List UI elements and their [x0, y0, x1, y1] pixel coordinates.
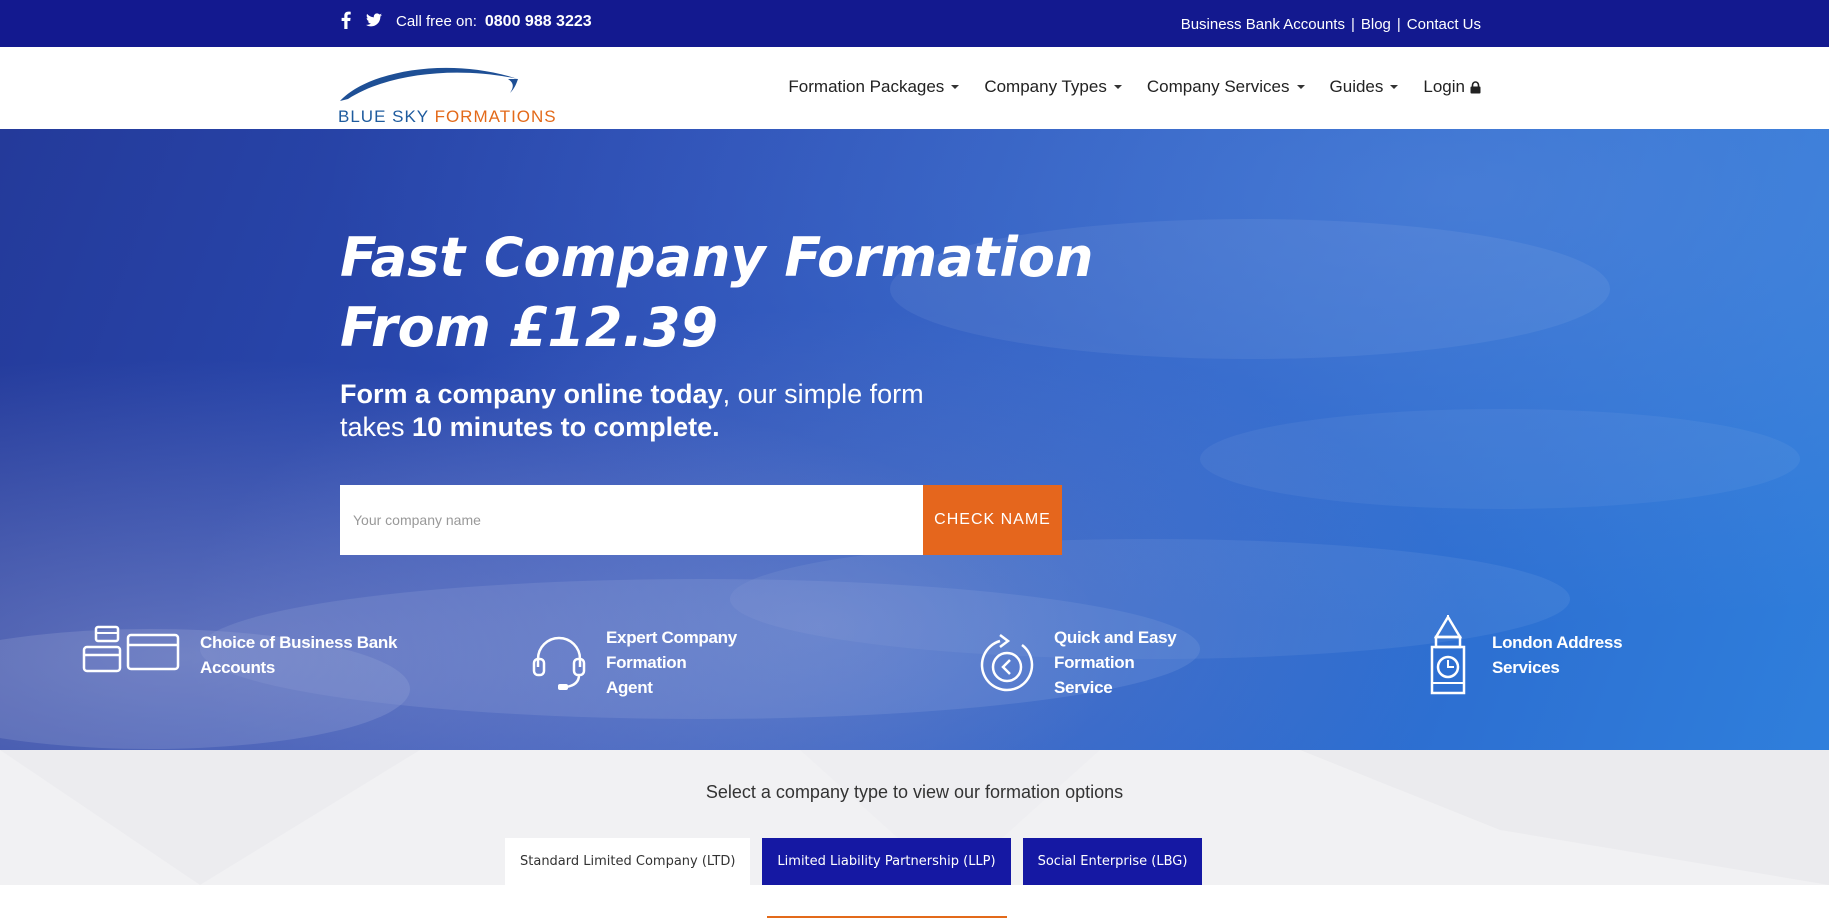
feature-item: Choice of Business Bank Accounts [82, 625, 400, 685]
company-name-input[interactable] [340, 485, 923, 555]
feature-line-1: London Address Services [1492, 633, 1623, 677]
phone-number[interactable]: 0800 988 3223 [485, 13, 592, 31]
feature-label: Expert Company Formation Agent [606, 625, 806, 700]
company-name-search: CHECK NAME [340, 485, 1062, 555]
nav-label: Company Types [984, 77, 1107, 96]
link-contact-us[interactable]: Contact Us [1407, 16, 1481, 33]
feature-list: Choice of Business Bank Accounts Expert … [0, 615, 1829, 715]
company-type-section: Select a company type to view our format… [0, 750, 1829, 918]
main-navbar: BLUE SKY FORMATIONS Formation Packages C… [0, 47, 1829, 129]
fast-forward-icon [980, 633, 1034, 691]
hero-headline: Fast Company Formation From £12.39 [340, 223, 1093, 363]
feature-line-1: Choice of Business Bank [200, 633, 398, 652]
separator: | [1350, 16, 1355, 33]
tab-limited-liability-partnership[interactable]: Limited Liability Partnership (LLP) [762, 838, 1011, 885]
logo[interactable]: BLUE SKY FORMATIONS [338, 61, 558, 126]
twitter-icon[interactable] [366, 11, 382, 29]
lock-icon [1470, 80, 1481, 93]
nav-label: Guides [1329, 77, 1384, 96]
feature-label: Choice of Business Bank Accounts [200, 630, 400, 680]
caret-down-icon [1296, 85, 1305, 89]
headline-line-1: Fast Company Formation [340, 226, 1094, 289]
nav-label: Company Services [1146, 77, 1290, 96]
call-label: Call free on: [396, 13, 477, 30]
nav-company-types[interactable]: Company Types [984, 77, 1122, 97]
headline-line-2: From £12.39 [340, 296, 719, 359]
feature-line-1: Expert Company Formation [606, 628, 737, 672]
call-info: Call free on: 0800 988 3223 [396, 13, 592, 31]
nav-guides[interactable]: Guides [1330, 77, 1399, 97]
hero-subheadline: Form a company online today, our simple … [340, 378, 980, 444]
feature-label: London Address Services [1492, 630, 1692, 680]
facebook-icon[interactable] [338, 11, 354, 29]
caret-down-icon [951, 85, 960, 89]
tab-content-area [0, 885, 1829, 918]
link-business-bank-accounts[interactable]: Business Bank Accounts [1181, 16, 1345, 33]
sub-bold-1: Form a company online today [340, 379, 723, 409]
feature-item: Quick and Easy Formation Service [978, 625, 1254, 700]
feature-item: London Address Services [1426, 615, 1692, 695]
hero-section: Fast Company Formation From £12.39 Form … [0, 129, 1829, 750]
logo-swoosh-icon [340, 67, 518, 101]
headset-icon [532, 636, 586, 690]
nav-label: Formation Packages [788, 77, 945, 96]
feature-label: Quick and Easy Formation Service [1054, 625, 1254, 700]
caret-down-icon [1113, 85, 1122, 89]
check-name-button[interactable]: CHECK NAME [923, 485, 1062, 555]
logo-text: BLUE SKY FORMATIONS [338, 107, 557, 127]
feature-line-2: Agent [606, 678, 653, 697]
nav-company-services[interactable]: Company Services [1147, 77, 1305, 97]
feature-item: Expert Company Formation Agent [530, 625, 806, 700]
link-blog[interactable]: Blog [1361, 16, 1391, 33]
tab-standard-limited-company[interactable]: Standard Limited Company (LTD) [505, 838, 751, 885]
top-bar: Call free on: 0800 988 3223 Business Ban… [0, 0, 1829, 47]
logo-text-orange: FORMATIONS [434, 107, 557, 126]
separator: | [1396, 16, 1401, 33]
feature-line-1: Quick and Easy Formation [1054, 628, 1177, 672]
caret-down-icon [1390, 85, 1399, 89]
feature-line-2: Service [1054, 678, 1113, 697]
main-menu: Formation Packages Company Types Company… [788, 77, 1481, 97]
sub-normal-1: , our simple form [722, 379, 924, 409]
nav-formation-packages[interactable]: Formation Packages [788, 77, 960, 97]
nav-login[interactable]: Login [1423, 77, 1481, 97]
company-type-tabs: Standard Limited Company (LTD) Limited L… [505, 838, 1203, 885]
big-ben-icon [1430, 615, 1466, 695]
nav-label: Login [1423, 77, 1465, 96]
section-title: Select a company type to view our format… [705, 782, 1124, 802]
top-links: Business Bank Accounts | Blog | Contact … [1181, 16, 1481, 33]
bank-cards-icon [82, 625, 180, 673]
social-links [338, 11, 382, 29]
sub-normal-2: takes [340, 412, 413, 442]
tab-social-enterprise[interactable]: Social Enterprise (LBG) [1022, 838, 1203, 885]
logo-text-blue: BLUE SKY [338, 107, 429, 126]
sub-bold-2: 10 minutes to complete. [412, 412, 720, 442]
feature-line-2: Accounts [200, 658, 276, 677]
